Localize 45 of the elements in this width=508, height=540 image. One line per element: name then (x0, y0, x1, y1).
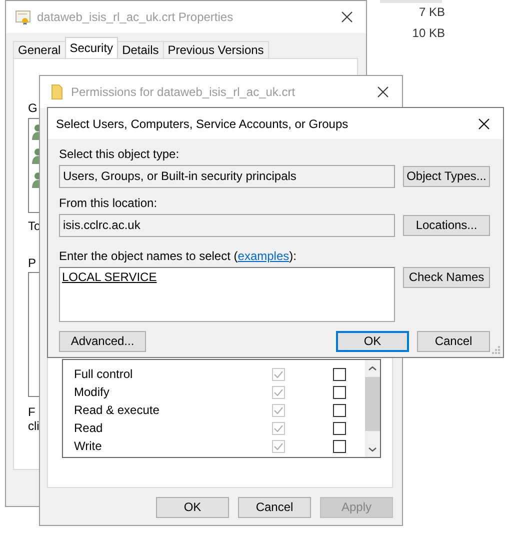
field-label: Select this object type: (59, 147, 180, 161)
permission-name: Read & execute (74, 403, 160, 417)
field-label: ): (289, 249, 296, 263)
file-size: 7 KB (418, 5, 445, 19)
group-label: G (28, 101, 38, 115)
dialog-button[interactable]: Cancel (238, 497, 311, 518)
examples-link[interactable]: examples (238, 249, 290, 263)
locations-button[interactable]: Locations... (403, 215, 490, 236)
dialog-button[interactable]: Advanced... (59, 331, 146, 352)
label-text: P (28, 256, 36, 270)
tab[interactable]: General (13, 41, 66, 58)
deny-checkbox[interactable] (333, 386, 346, 398)
permission-name: Write (74, 439, 103, 453)
close-button[interactable] (376, 85, 390, 99)
names-input-field[interactable]: LOCAL SERVICE (59, 267, 395, 322)
dialog-button[interactable]: Cancel (417, 331, 490, 352)
check-names-button[interactable]: Check Names (403, 267, 490, 288)
tab[interactable]: Security (64, 37, 118, 58)
dialog-button[interactable]: OK (336, 331, 409, 352)
tab[interactable]: Previous Versions (162, 41, 269, 58)
label-text: cli (28, 419, 40, 433)
certificate-icon (15, 9, 31, 25)
object-types-button[interactable]: Object Types... (403, 166, 490, 187)
window-title: Permissions for dataweb_isis_rl_ac_uk.crt (71, 85, 296, 99)
window-title: Select Users, Computers, Service Accounts, or Groups (56, 116, 350, 130)
folder-icon (49, 84, 65, 100)
window-title: dataweb_isis_rl_ac_uk.crt Properties (37, 10, 234, 24)
scrollbar[interactable] (365, 360, 380, 457)
close-button[interactable] (477, 116, 491, 130)
deny-checkbox[interactable] (333, 440, 346, 452)
label-text: F (28, 405, 36, 419)
resize-grip-icon (492, 346, 501, 355)
deny-checkbox[interactable] (333, 368, 346, 380)
deny-checkbox[interactable] (333, 422, 346, 434)
deny-checkbox[interactable] (333, 404, 346, 416)
field-label: From this location: (59, 196, 158, 210)
permission-name: Modify (74, 385, 110, 399)
permission-name: Read (74, 421, 104, 435)
close-button[interactable] (340, 10, 354, 24)
permission-name: Full control (74, 367, 134, 381)
object-type-field: Users, Groups, or Built-in security principals (59, 165, 395, 188)
dialog-button[interactable]: OK (156, 497, 229, 518)
location-field: isis.cclrc.ac.uk (59, 214, 395, 237)
file-size: 10 KB (412, 26, 445, 40)
field-label: Enter the object names to select ( (59, 249, 238, 263)
